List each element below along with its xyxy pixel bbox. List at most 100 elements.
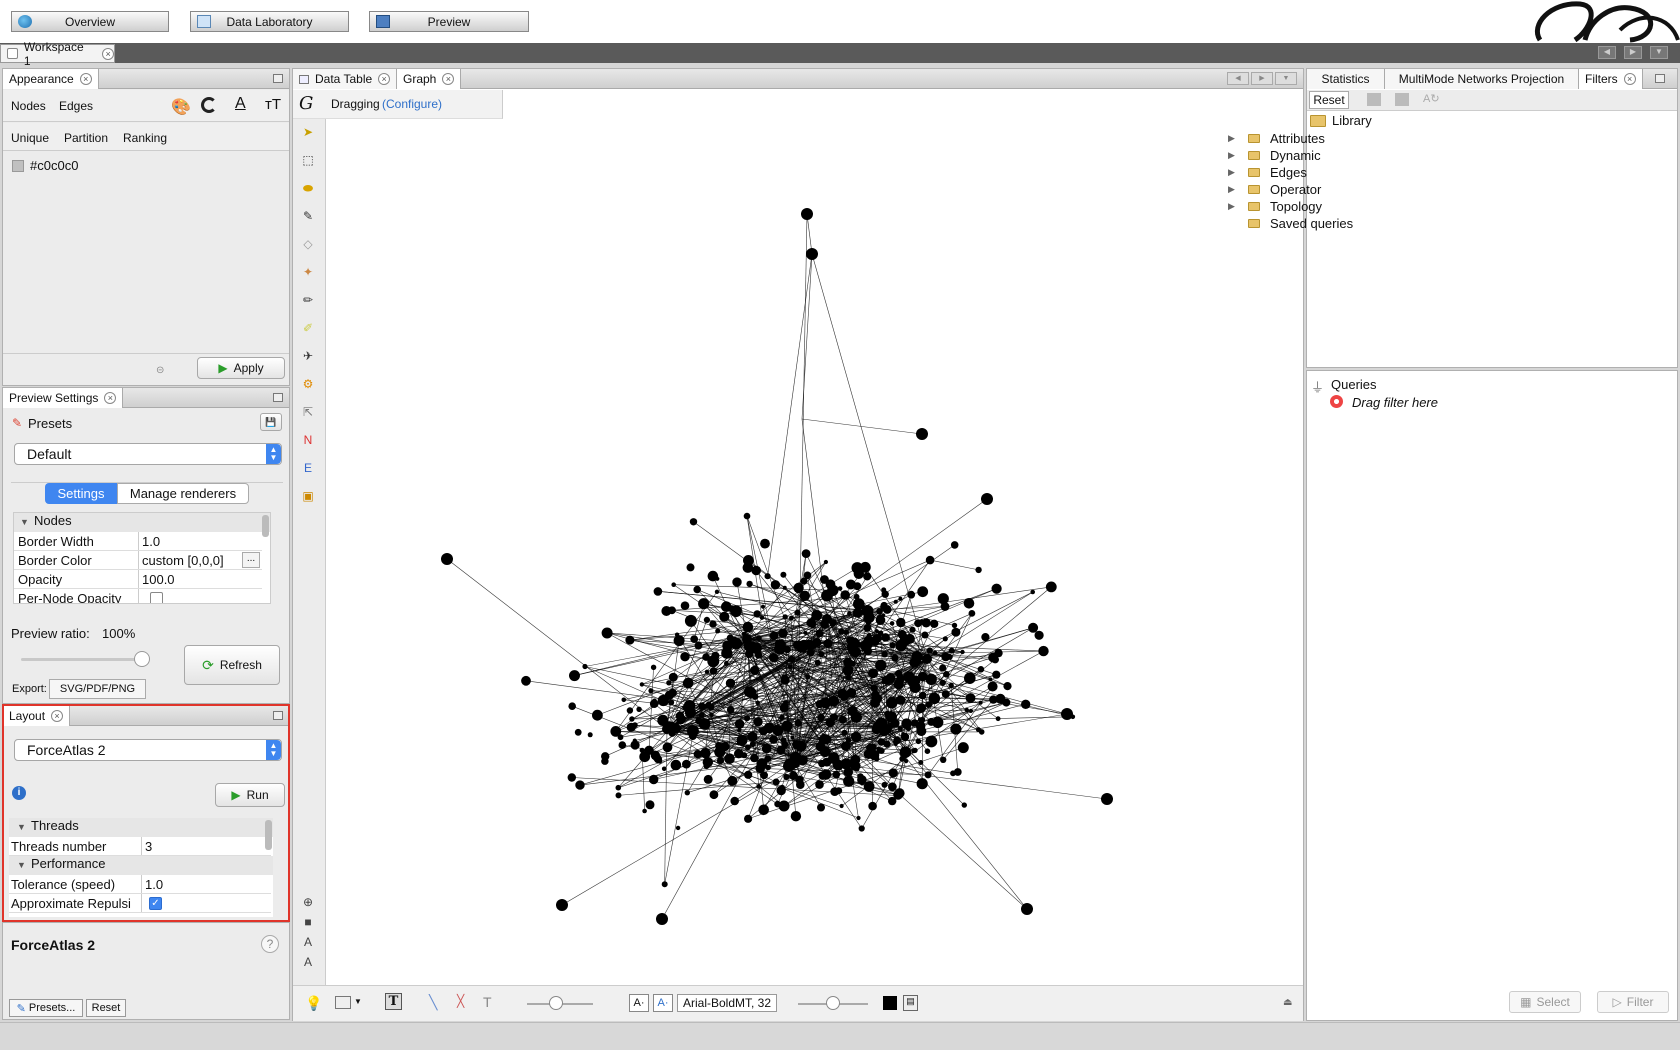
reset-button[interactable]: Reset [86, 999, 126, 1017]
close-icon[interactable]: × [102, 47, 114, 60]
arrow-select-icon[interactable]: ➤ [301, 125, 315, 139]
rectangle-select-icon[interactable]: ⬚ [301, 153, 315, 167]
minimize-icon[interactable] [273, 711, 283, 720]
expand-icon[interactable]: ▶ [1228, 150, 1248, 161]
library-item-topology[interactable]: ▶ Topology [1228, 198, 1322, 215]
diamond-icon[interactable]: ◇ [301, 237, 315, 251]
run-button[interactable]: ▶ Run [215, 783, 285, 807]
network-graph[interactable] [327, 119, 1303, 985]
close-icon[interactable]: × [378, 73, 391, 85]
expand-icon[interactable]: ▶ [1228, 184, 1248, 195]
cursor-question-icon[interactable]: ⇱ [301, 405, 315, 419]
tab-filters[interactable]: Filters × [1579, 69, 1643, 89]
tab-multimode-networks-projection[interactable]: MultiMode Networks Projection [1385, 69, 1579, 89]
minimize-icon[interactable] [273, 74, 283, 83]
color-swatch[interactable] [12, 160, 24, 172]
prop-threads-number[interactable]: Threads number 3 [9, 837, 271, 856]
graph-canvas[interactable] [327, 119, 1303, 985]
library-item-saved-queries[interactable]: Saved queries [1228, 215, 1353, 232]
ratio-slider-thumb[interactable] [134, 651, 150, 667]
save-preset-icon[interactable]: 💾 [260, 413, 282, 431]
tab-partition[interactable]: Partition [64, 131, 108, 145]
overview-button[interactable]: Overview [11, 11, 169, 32]
section-nodes[interactable]: ▼ Nodes [14, 513, 270, 532]
edge-slider-thumb[interactable] [549, 996, 563, 1010]
zoom-fit-icon[interactable]: ⊕ [301, 895, 315, 909]
expand-icon[interactable]: ▶ [1228, 167, 1248, 178]
prop-per-node-opacity[interactable]: Per-Node Opacity [14, 589, 262, 603]
prop-border-width[interactable]: Border Width 1.0 [14, 532, 262, 551]
save-icon[interactable] [1395, 93, 1409, 106]
apply-button[interactable]: ▶ Apply [197, 357, 285, 379]
close-icon[interactable]: × [1623, 73, 1636, 85]
tab-data-table[interactable]: Data Table × [293, 69, 398, 89]
lightbulb-icon[interactable]: 💡 [305, 995, 322, 1012]
prop-approximate-repulsion[interactable]: Approximate Repulsi ✓ [9, 894, 271, 913]
library-item-operator[interactable]: ▶ Operator [1228, 181, 1321, 198]
minimize-icon[interactable] [1655, 74, 1665, 83]
workspace-tab[interactable]: Workspace 1 × [0, 40, 115, 68]
auto-refresh-icon[interactable]: A↻ [1423, 92, 1440, 105]
edges-toggle[interactable]: Edges [59, 99, 93, 113]
section-performance[interactable]: ▼ Performance [9, 856, 273, 875]
preview-button[interactable]: Preview [369, 11, 529, 32]
configure-link[interactable]: (Configure) [382, 97, 442, 111]
library-item-attributes[interactable]: ▶ Attributes [1228, 130, 1325, 147]
prop-opacity[interactable]: Opacity 100.0 [14, 570, 262, 589]
tab-ranking[interactable]: Ranking [123, 131, 167, 145]
clipboard-icon[interactable]: ▤ [903, 995, 918, 1011]
presets-button[interactable]: ✎ Presets... [9, 999, 83, 1017]
filter-button[interactable]: ▷ Filter [1597, 991, 1669, 1013]
scrollbar[interactable] [265, 820, 272, 850]
edge-label-icon[interactable]: T [483, 994, 492, 1010]
label-color-icon[interactable]: A [301, 935, 315, 949]
screenshot-icon[interactable] [335, 996, 351, 1009]
scroll-left-icon[interactable]: ◀ [1598, 46, 1616, 59]
background-color-swatch[interactable] [883, 996, 897, 1010]
camera-icon[interactable]: ▣ [301, 489, 315, 503]
expand-icon[interactable]: ▶ [1228, 133, 1248, 144]
brush-icon[interactable]: ✎ [301, 209, 315, 223]
tab-manage-renderers[interactable]: Manage renderers [117, 483, 249, 504]
font-select[interactable]: Arial-BoldMT, 32 [677, 994, 777, 1012]
export-icon[interactable] [1367, 93, 1381, 106]
tab-appearance[interactable]: Appearance × [3, 69, 99, 89]
help-icon[interactable]: ? [261, 935, 279, 953]
painter-icon[interactable]: ✦ [301, 265, 315, 279]
edge-line-icon[interactable]: ╲ [429, 994, 437, 1011]
tab-layout[interactable]: Layout × [3, 706, 71, 726]
tab-settings[interactable]: Settings [45, 483, 117, 504]
scroll-left-icon[interactable]: ◀ [1227, 72, 1249, 85]
scroll-right-icon[interactable]: ▶ [1251, 72, 1273, 85]
close-icon[interactable]: × [442, 73, 455, 85]
nodes-toggle[interactable]: Nodes [11, 99, 46, 113]
prop-border-color[interactable]: Border Color custom [0,0,0] ... [14, 551, 262, 570]
preset-select[interactable]: Default ▲ ▼ [14, 443, 282, 465]
export-button[interactable]: SVG/PDF/PNG [49, 679, 146, 699]
ruler-icon[interactable]: ✐ [301, 321, 315, 335]
data-laboratory-button[interactable]: Data Laboratory [190, 11, 349, 32]
tab-graph[interactable]: Graph × [397, 69, 462, 89]
label-size-icon[interactable]: тT [265, 96, 281, 113]
library-item-dynamic[interactable]: ▶ Dynamic [1228, 147, 1321, 164]
refresh-button[interactable]: ⟳ Refresh [184, 645, 280, 685]
dropdown-icon[interactable]: ▼ [1275, 72, 1297, 85]
library-item-edges[interactable]: ▶ Edges [1228, 164, 1307, 181]
tab-statistics[interactable]: Statistics [1307, 69, 1385, 89]
lasso-select-icon[interactable]: ⬬ [301, 181, 315, 195]
background-icon[interactable]: ■ [301, 915, 315, 929]
gear-icon[interactable]: ⚙ [301, 377, 315, 391]
layout-algorithm-select[interactable]: ForceAtlas 2 ▲ ▼ [14, 739, 282, 761]
collapse-toolbar-icon[interactable]: ⏏ [1283, 997, 1292, 1008]
airplane-icon[interactable]: ✈ [301, 349, 315, 363]
library-folder[interactable]: Library [1310, 112, 1372, 129]
palette-icon[interactable]: 🎨 [171, 97, 191, 117]
expand-icon[interactable]: ▶ [1228, 201, 1248, 212]
approximate-repulsion-checkbox[interactable]: ✓ [149, 897, 162, 910]
text-tool-icon[interactable]: T [385, 993, 402, 1010]
dropdown-icon[interactable]: ▼ [1650, 46, 1668, 59]
e-icon[interactable]: E [301, 461, 315, 475]
close-icon[interactable]: × [79, 73, 92, 85]
ratio-slider[interactable] [21, 658, 143, 661]
pencil-icon[interactable]: ✏ [301, 293, 315, 307]
